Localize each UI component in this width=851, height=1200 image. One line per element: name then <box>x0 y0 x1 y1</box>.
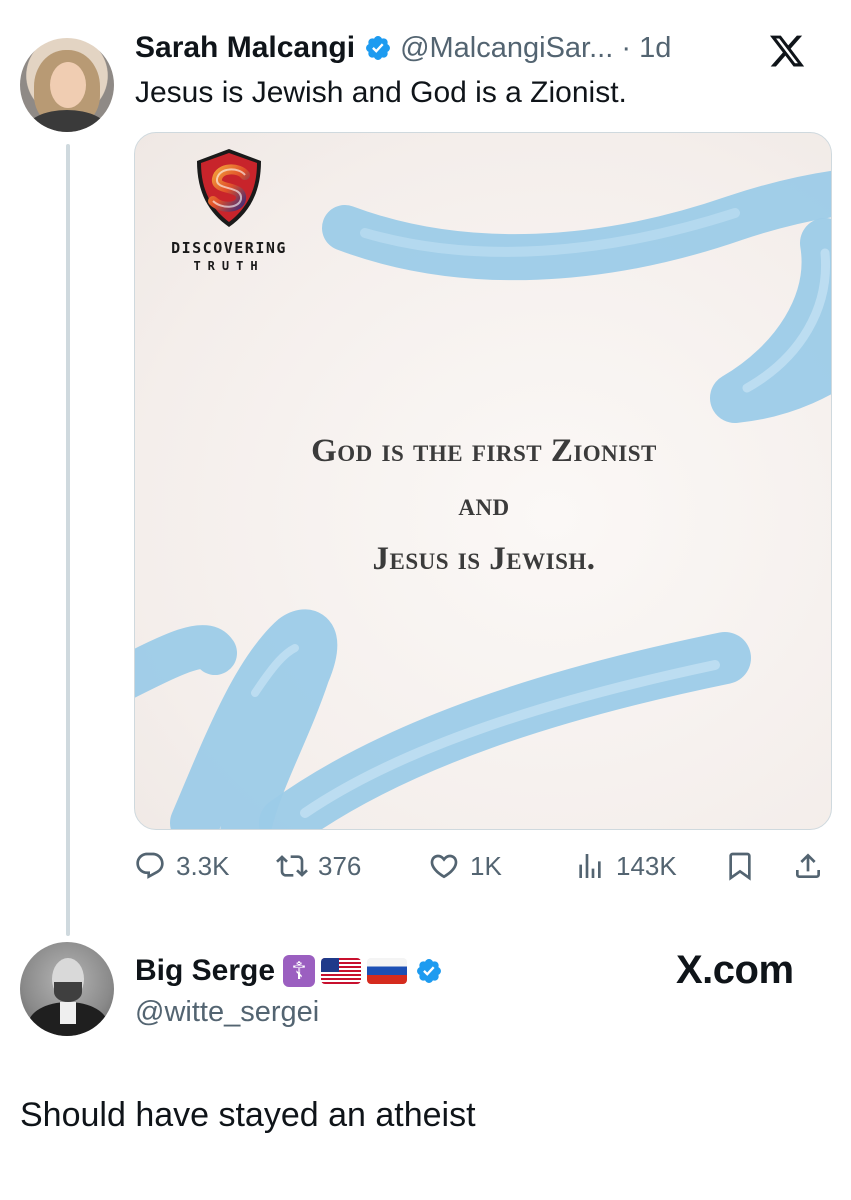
repost-count: 376 <box>318 850 362 881</box>
bookmark-button[interactable] <box>724 844 756 888</box>
tweet-action-bar: 3.3K 376 1K 143K <box>134 844 834 888</box>
reply-verified-badge-icon <box>417 959 442 983</box>
reply-count: 3.3K <box>176 850 230 881</box>
share-icon <box>796 853 820 878</box>
bookmark-icon <box>729 852 751 881</box>
views-chart-icon <box>579 854 601 878</box>
author-handle[interactable]: @MalcangiSar... · 1d <box>400 32 671 65</box>
reply-author-name[interactable]: Big Serge <box>135 954 275 988</box>
tweet-text: Jesus is Jewish and God is a Zionist. <box>135 76 627 109</box>
image-quote-line3: Jesus is Jewish. <box>372 541 596 577</box>
like-count: 1K <box>470 850 502 881</box>
xcom-watermark: X.com <box>676 948 794 992</box>
discovering-truth-shield-logo <box>197 149 261 227</box>
share-button[interactable] <box>792 844 824 888</box>
verified-badge-icon <box>366 36 391 60</box>
russia-flag-emoji-icon <box>367 958 408 984</box>
us-flag-emoji-icon <box>321 958 362 984</box>
author-avatar[interactable] <box>20 38 114 132</box>
reply-icon <box>136 852 164 879</box>
heart-icon <box>430 854 458 879</box>
blue-brush-strokes <box>135 170 831 829</box>
author-name[interactable]: Sarah Malcangi <box>135 31 355 65</box>
separator-dot: · <box>621 31 632 64</box>
tweet-time[interactable]: 1d <box>639 32 671 64</box>
repost-icon <box>276 855 308 877</box>
orthodox-cross-emoji-icon: ☦ <box>283 955 316 987</box>
image-quote-line2: and <box>458 487 510 523</box>
thread-connector-line <box>66 144 70 936</box>
tweet-media-image[interactable]: DISCOVERING TRUTH God is the first Zioni… <box>134 132 832 830</box>
brand-name-line1: DISCOVERING <box>171 239 287 257</box>
brand-name-line2: TRUTH <box>193 259 265 273</box>
tweet-header: Sarah Malcangi @MalcangiSar... · 1d <box>135 28 671 68</box>
views-button[interactable]: 143K <box>574 844 677 888</box>
reply-header: Big Serge ☦ <box>135 950 451 992</box>
x-logo-icon <box>769 35 805 67</box>
reply-author-avatar[interactable] <box>20 942 114 1036</box>
views-count: 143K <box>616 850 677 881</box>
repost-button[interactable]: 376 <box>276 844 361 888</box>
reply-author-handle[interactable]: @witte_sergei <box>135 996 319 1029</box>
reply-button[interactable]: 3.3K <box>134 844 230 888</box>
image-quote-line1: God is the first Zionist <box>311 433 657 469</box>
like-button[interactable]: 1K <box>428 844 502 888</box>
reply-text: Should have stayed an atheist <box>20 1096 476 1134</box>
